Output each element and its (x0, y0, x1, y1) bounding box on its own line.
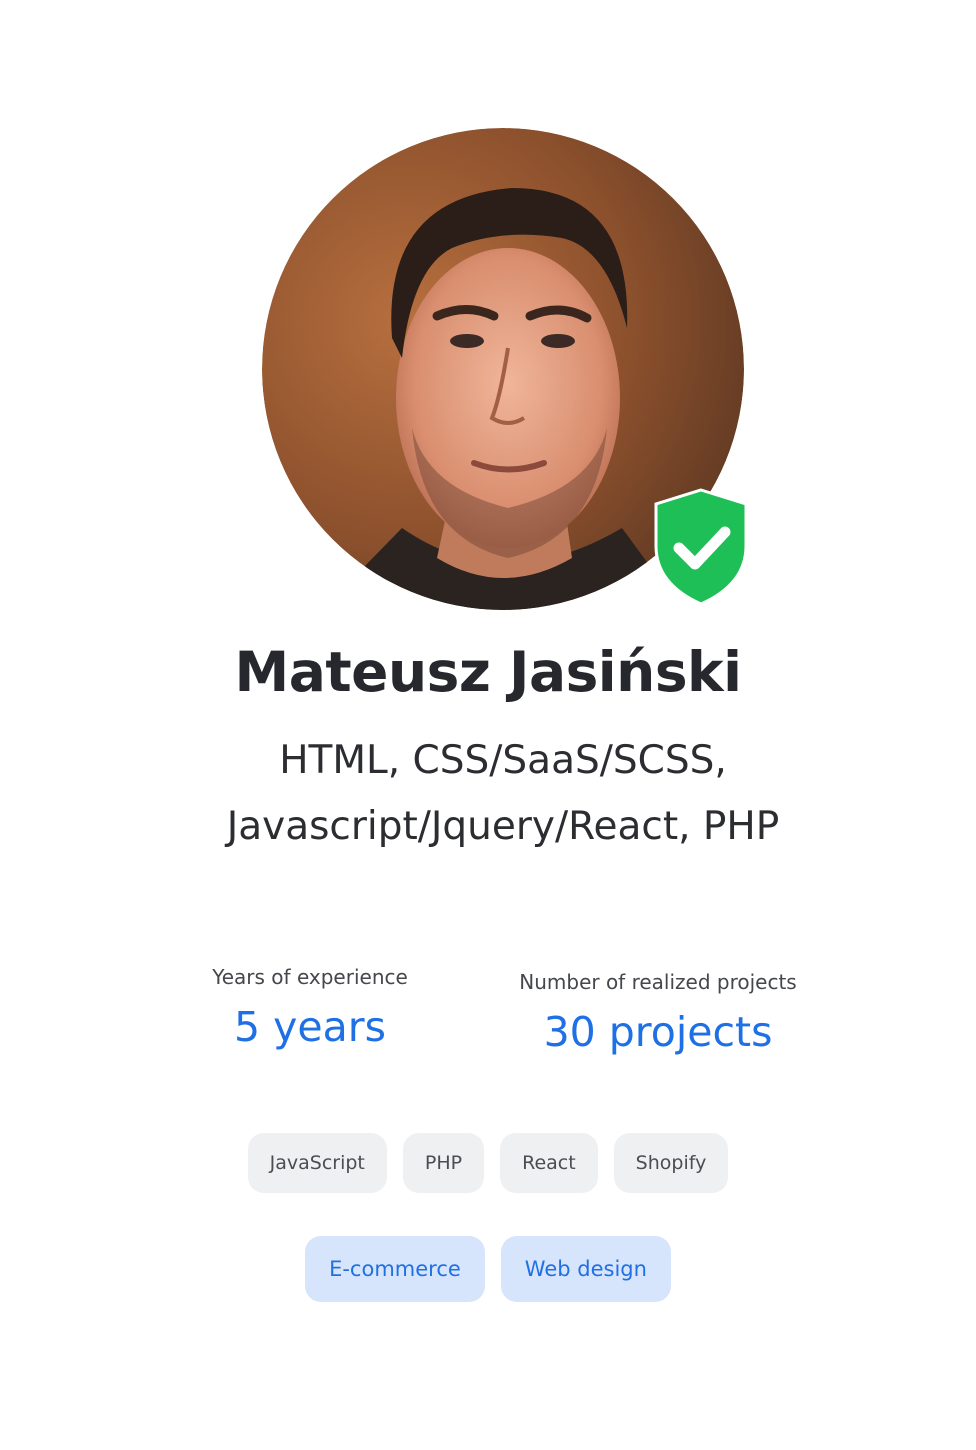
tag-php[interactable]: PHP (402, 1133, 485, 1193)
profile-card: Mateusz Jasiński HTML, CSS/SaaS/SCSS, Ja… (0, 0, 976, 1450)
tag-web-design[interactable]: Web design (500, 1236, 671, 1302)
stat-projects: Number of realized projects 30 projects (478, 970, 838, 1056)
avatar-container (262, 128, 748, 610)
tag-ecommerce[interactable]: E-commerce (305, 1236, 485, 1302)
stat-experience: Years of experience 5 years (160, 965, 460, 1051)
tech-tags: JavaScript PHP React Shopify (0, 1133, 976, 1193)
experience-value: 5 years (234, 1003, 386, 1051)
projects-label: Number of realized projects (519, 970, 797, 994)
tag-react[interactable]: React (500, 1133, 598, 1193)
tag-shopify[interactable]: Shopify (613, 1133, 729, 1193)
tag-javascript[interactable]: JavaScript (247, 1133, 387, 1193)
experience-label: Years of experience (212, 965, 408, 989)
verified-shield-check-icon (654, 488, 748, 606)
profile-skills: HTML, CSS/SaaS/SCSS, Javascript/Jquery/R… (226, 738, 780, 849)
category-tags: E-commerce Web design (0, 1236, 976, 1302)
projects-value: 30 projects (543, 1008, 773, 1056)
profile-name: Mateusz Jasiński (234, 640, 742, 704)
